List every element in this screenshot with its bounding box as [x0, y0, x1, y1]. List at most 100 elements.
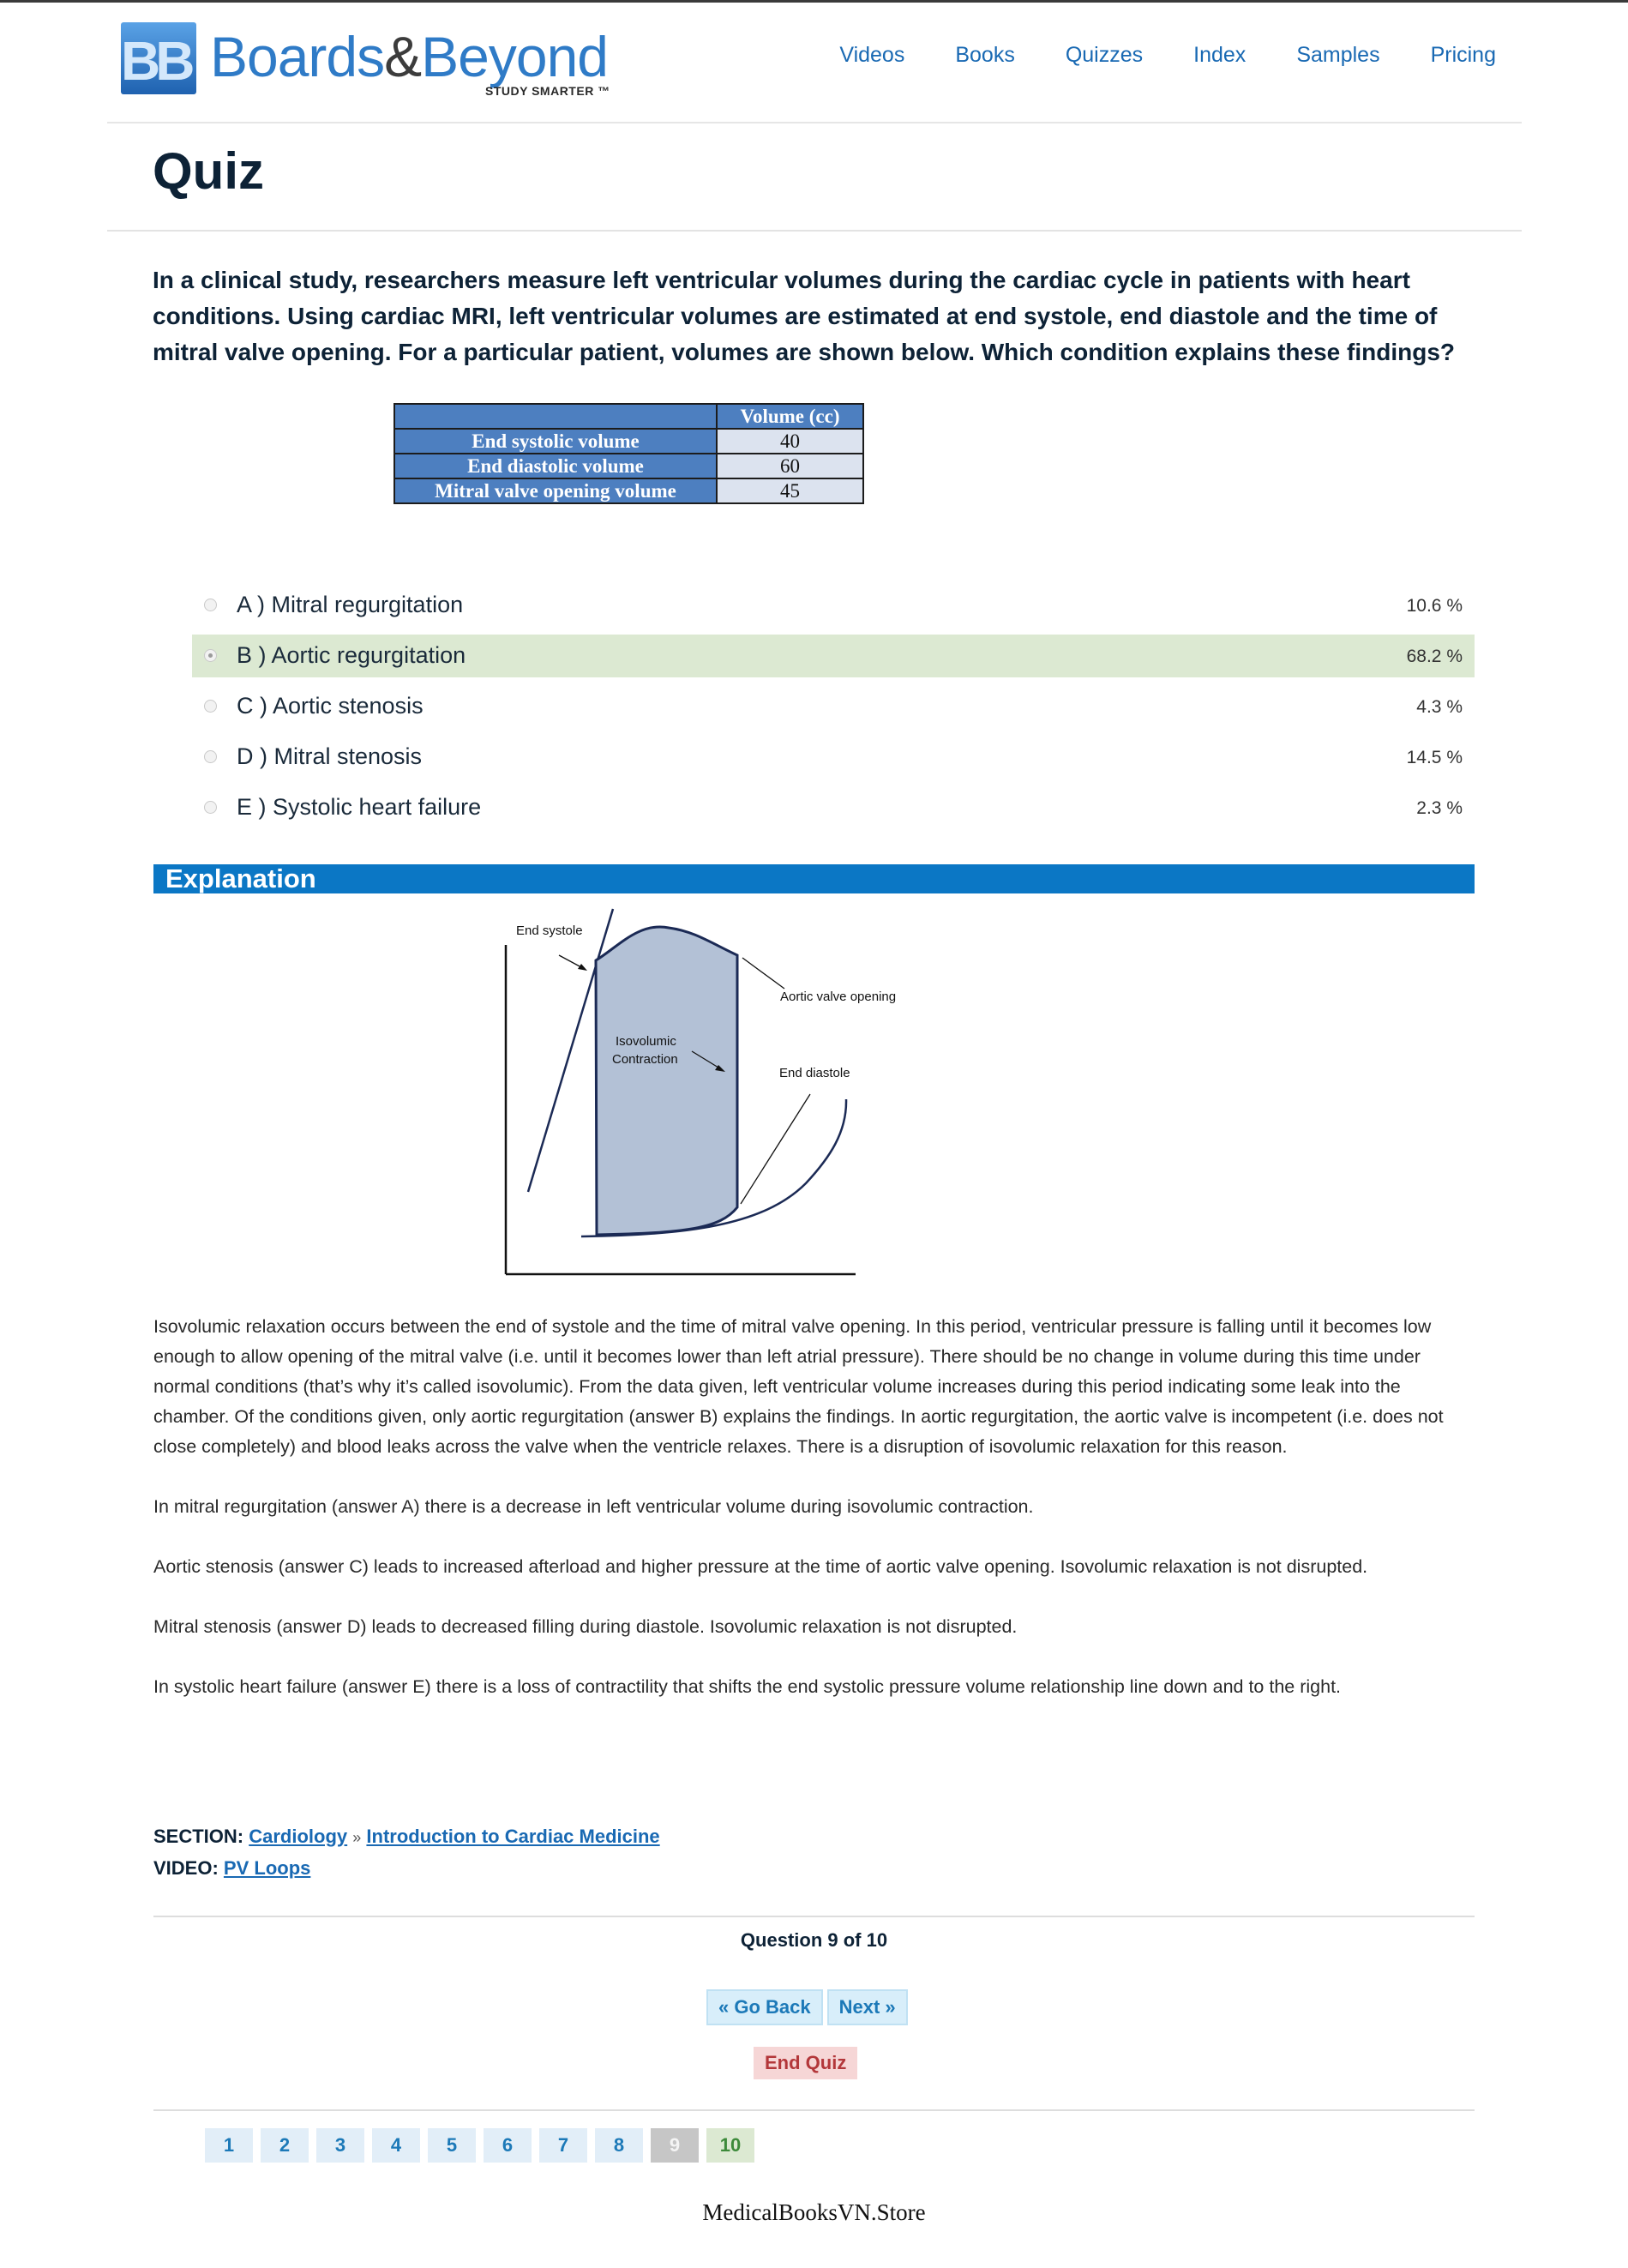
volume-table-corner [393, 403, 718, 430]
answer-percent: 4.3 % [1416, 697, 1463, 717]
section-link-intro-cardiac[interactable]: Introduction to Cardiac Medicine [366, 1826, 659, 1847]
site-header: BB Boards&Beyond STUDY SMARTER ™ Videos … [107, 10, 1522, 123]
answer-label: C ) Aortic stenosis [237, 693, 424, 719]
logo-ampersand: & [384, 25, 422, 88]
page-button-7[interactable]: 7 [539, 2128, 587, 2163]
volume-table-header: Volume (cc) [716, 403, 864, 430]
volume-row-value: 40 [716, 428, 864, 454]
label-end-systole: End systole [516, 923, 583, 938]
title-divider [107, 230, 1522, 232]
nav-divider-top [153, 1916, 1475, 1917]
answer-label: E ) Systolic heart failure [237, 794, 482, 820]
answer-percent: 14.5 % [1406, 748, 1463, 767]
section-info: SECTION: Cardiology » Introduction to Ca… [153, 1821, 660, 1883]
answer-label: B ) Aortic regurgitation [237, 642, 466, 668]
end-systole-arrow [558, 954, 582, 968]
answer-label: A ) Mitral regurgitation [237, 592, 464, 617]
volume-table-row: End systolic volume 40 [393, 428, 864, 454]
nav-books[interactable]: Books [955, 43, 1014, 68]
answer-radio-selected[interactable] [204, 649, 217, 662]
answer-option-b[interactable]: B ) Aortic regurgitation 68.2 % [192, 635, 1475, 677]
section-separator: » [352, 1829, 362, 1846]
page-button-5[interactable]: 5 [428, 2128, 476, 2163]
answer-option-c[interactable]: C ) Aortic stenosis 4.3 % [192, 685, 1475, 728]
page-button-10[interactable]: 10 [706, 2128, 754, 2163]
explanation-title: Explanation [165, 863, 316, 893]
nav-index[interactable]: Index [1193, 43, 1246, 68]
volume-table-row: Mitral valve opening volume 45 [393, 478, 864, 504]
page-button-2[interactable]: 2 [261, 2128, 309, 2163]
nav-samples[interactable]: Samples [1296, 43, 1379, 68]
boards-and-beyond-logo[interactable]: BB Boards&Beyond STUDY SMARTER ™ [121, 17, 635, 99]
watermark-text: MedicalBooksVN.Store [702, 2199, 926, 2225]
page-title: Quiz [153, 142, 264, 200]
volume-row-label: Mitral valve opening volume [393, 478, 718, 504]
page-button-1[interactable]: 1 [205, 2128, 253, 2163]
bb-logo-letters: BB [121, 30, 195, 92]
logo-word-beyond: Beyond [421, 25, 609, 88]
end-systole-arrowhead [578, 964, 587, 971]
logo-tagline: STUDY SMARTER ™ [485, 84, 610, 98]
answer-radio[interactable] [204, 801, 217, 814]
answer-option-a[interactable]: A ) Mitral regurgitation 10.6 % [192, 584, 1475, 627]
aortic-valve-arrow [742, 957, 785, 990]
answer-percent: 2.3 % [1416, 798, 1463, 818]
answer-percent: 68.2 % [1406, 647, 1463, 666]
page-button-4[interactable]: 4 [372, 2128, 420, 2163]
explanation-paragraph: In mitral regurgitation (answer A) there… [153, 1496, 1034, 1517]
end-diastole-arrow [740, 1093, 811, 1205]
pv-loop-diagram: End systole Aortic valve opening Isovolu… [504, 908, 896, 1276]
page-button-current: 9 [651, 2128, 699, 2163]
next-button[interactable]: Next » [826, 1989, 908, 2025]
label-contraction: Contraction [612, 1052, 678, 1067]
video-link-pv-loops[interactable]: PV Loops [224, 1857, 310, 1879]
quiz-nav-buttons: « Go Back Next » [706, 1989, 908, 2025]
video-label: VIDEO: [153, 1857, 219, 1879]
nav-divider-bottom [153, 2109, 1475, 2111]
video-line: VIDEO: PV Loops [153, 1853, 660, 1883]
nav-quizzes[interactable]: Quizzes [1066, 43, 1143, 68]
volume-row-label: End diastolic volume [393, 453, 718, 479]
section-link-cardiology[interactable]: Cardiology [249, 1826, 347, 1847]
question-pager: 1 2 3 4 5 6 7 8 9 10 [205, 2128, 754, 2163]
answer-option-e[interactable]: E ) Systolic heart failure 2.3 % [192, 786, 1475, 829]
page-button-3[interactable]: 3 [316, 2128, 364, 2163]
answer-option-d[interactable]: D ) Mitral stenosis 14.5 % [192, 736, 1475, 779]
nav-pricing[interactable]: Pricing [1431, 43, 1496, 68]
question-progress: Question 9 of 10 [740, 1929, 888, 1951]
answer-label: D ) Mitral stenosis [237, 743, 423, 769]
volume-table-header-row: Volume (cc) [393, 403, 864, 430]
top-border [0, 0, 1628, 3]
label-end-diastole: End diastole [779, 1066, 850, 1080]
page-button-6[interactable]: 6 [484, 2128, 532, 2163]
explanation-header: Explanation [153, 863, 1475, 893]
volume-table-row: End diastolic volume 60 [393, 453, 864, 479]
question-stem: In a clinical study, researchers measure… [153, 267, 1455, 365]
explanation-paragraph: In systolic heart failure (answer E) the… [153, 1676, 1342, 1697]
main-nav: Videos Books Quizzes Index Samples Prici… [839, 43, 1496, 68]
label-isovolumic: Isovolumic [616, 1034, 676, 1049]
bb-logo-mark: BB [121, 22, 196, 94]
explanation-body: Isovolumic relaxation occurs between the… [153, 1312, 1478, 1732]
answer-radio[interactable] [204, 599, 217, 611]
logo-wordmark: Boards&Beyond [210, 24, 609, 89]
pv-loop-area [594, 925, 739, 1236]
end-quiz-button[interactable]: End Quiz [754, 2047, 858, 2079]
logo-word-boards: Boards [210, 25, 385, 88]
volume-row-value: 45 [716, 478, 864, 504]
page-button-8[interactable]: 8 [595, 2128, 643, 2163]
volume-table: Volume (cc) End systolic volume 40 End d… [393, 403, 864, 504]
volume-row-label: End systolic volume [393, 428, 718, 454]
volume-row-value: 60 [716, 453, 864, 479]
go-back-button[interactable]: « Go Back [706, 1989, 823, 2025]
nav-videos[interactable]: Videos [839, 43, 904, 68]
answer-radio[interactable] [204, 700, 217, 713]
explanation-paragraph: Mitral stenosis (answer D) leads to decr… [153, 1616, 1018, 1637]
answer-radio[interactable] [204, 750, 217, 763]
section-label: SECTION: [153, 1826, 244, 1847]
explanation-paragraph: Isovolumic relaxation occurs between the… [153, 1316, 1444, 1457]
label-aortic-valve-opening: Aortic valve opening [780, 990, 896, 1004]
section-line: SECTION: Cardiology » Introduction to Ca… [153, 1821, 660, 1853]
explanation-paragraph: Aortic stenosis (answer C) leads to incr… [153, 1556, 1368, 1577]
answer-choices: A ) Mitral regurgitation 10.6 % B ) Aort… [192, 584, 1475, 837]
